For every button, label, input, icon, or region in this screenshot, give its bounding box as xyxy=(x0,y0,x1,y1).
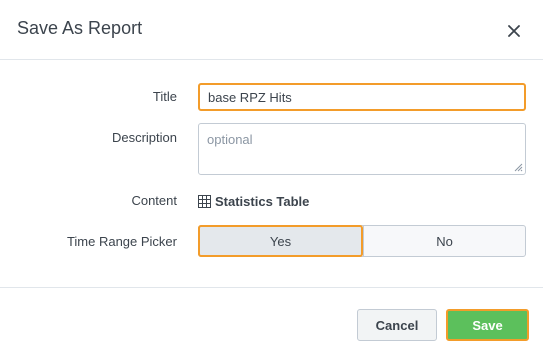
description-label: Description xyxy=(111,130,177,145)
dialog-footer: Cancel Save xyxy=(0,287,543,356)
close-button[interactable] xyxy=(503,20,525,42)
cancel-button[interactable]: Cancel xyxy=(357,309,437,341)
title-input-value: base RPZ Hits xyxy=(208,89,292,105)
time-range-picker-label: Time Range Picker xyxy=(66,234,177,249)
description-textarea[interactable]: optional xyxy=(198,123,526,175)
time-range-picker-toggle: Yes No xyxy=(198,225,526,257)
dialog-header: Save As Report xyxy=(0,0,543,60)
content-value: Statistics Table xyxy=(198,192,309,210)
save-button[interactable]: Save xyxy=(446,309,529,341)
content-value-text: Statistics Table xyxy=(215,193,310,209)
dialog-title: Save As Report xyxy=(17,18,143,38)
resize-grip-icon[interactable] xyxy=(514,163,523,172)
close-icon xyxy=(508,25,520,37)
title-label: Title xyxy=(152,89,177,104)
table-icon xyxy=(198,194,211,208)
title-input[interactable]: base RPZ Hits xyxy=(198,83,526,111)
time-range-no-option[interactable]: No xyxy=(363,226,525,256)
save-as-report-dialog: Save As Report Title base RPZ Hits Descr… xyxy=(0,0,543,356)
content-label: Content xyxy=(131,193,177,208)
description-placeholder: optional xyxy=(207,132,253,147)
time-range-yes-option[interactable]: Yes xyxy=(198,225,363,257)
